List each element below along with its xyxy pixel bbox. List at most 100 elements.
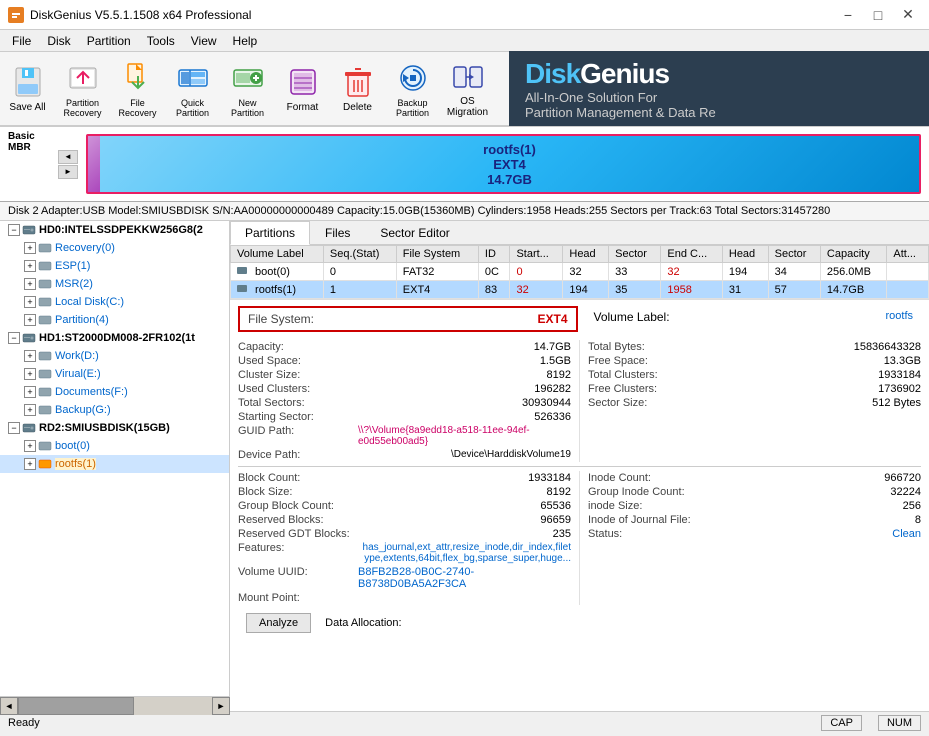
expand-rd2[interactable]: − bbox=[8, 422, 20, 434]
minimize-button[interactable]: − bbox=[835, 5, 861, 25]
col-end-cyl[interactable]: End C... bbox=[661, 246, 722, 263]
expand-esp[interactable]: + bbox=[24, 260, 36, 272]
expand-hd0[interactable]: − bbox=[8, 224, 20, 236]
table-row[interactable]: boot(0) 0 FAT32 0C 0 32 33 32 194 34 256… bbox=[231, 263, 929, 281]
tab-partitions[interactable]: Partitions bbox=[230, 221, 310, 245]
maximize-button[interactable]: □ bbox=[865, 5, 891, 25]
backup-partition-button[interactable]: BackupPartition bbox=[385, 56, 440, 121]
cell-end-cyl: 32 bbox=[661, 263, 722, 281]
brand-tagline: All-In-One Solution For bbox=[525, 90, 716, 105]
col-capacity[interactable]: Capacity bbox=[820, 246, 886, 263]
cell-end-sector-2: 57 bbox=[768, 281, 820, 299]
expand-hd1[interactable]: − bbox=[8, 332, 20, 344]
starting-sector-row: Starting Sector: 526336 bbox=[238, 410, 571, 424]
format-label: Format bbox=[287, 102, 319, 113]
partition-icon-c bbox=[38, 295, 52, 309]
col-attr[interactable]: Att... bbox=[887, 246, 929, 263]
quick-partition-button[interactable]: QuickPartition bbox=[165, 56, 220, 121]
hscroll-thumb[interactable] bbox=[18, 697, 134, 712]
ext4-details: Block Count: 1933184 Block Size: 8192 Gr… bbox=[238, 471, 921, 605]
expand-local-c[interactable]: + bbox=[24, 296, 36, 308]
tree-item-virual-e[interactable]: + Virual(E:) bbox=[0, 365, 229, 383]
os-migration-icon bbox=[450, 59, 486, 94]
disk-icon-rd2 bbox=[22, 421, 36, 435]
col-end-sector[interactable]: Sector bbox=[768, 246, 820, 263]
fs-label: File System: bbox=[248, 312, 314, 326]
tree-item-rootfs1[interactable]: + rootfs(1) bbox=[0, 455, 229, 473]
volume-uuid-row: Volume UUID: B8FB2B28-0B0C-2740-B8738D0B… bbox=[238, 565, 571, 591]
title-bar: DiskGenius V5.5.1.1508 x64 Professional … bbox=[0, 0, 929, 30]
col-end-head[interactable]: Head bbox=[722, 246, 768, 263]
tree-item-msr[interactable]: + MSR(2) bbox=[0, 275, 229, 293]
expand-partition4[interactable]: + bbox=[24, 314, 36, 326]
col-volume-label[interactable]: Volume Label bbox=[231, 246, 324, 263]
menu-partition[interactable]: Partition bbox=[79, 32, 139, 50]
tree-item-hd1[interactable]: − HD1:ST2000DM008-2FR102(1t bbox=[0, 329, 229, 347]
expand-boot0[interactable]: + bbox=[24, 440, 36, 452]
tree-item-rd2[interactable]: − RD2:SMIUSBDISK(15GB) bbox=[0, 419, 229, 437]
hscroll-right[interactable]: ► bbox=[212, 697, 230, 712]
cell-start-head-2: 194 bbox=[563, 281, 609, 299]
hd1-label: HD1:ST2000DM008-2FR102(1t bbox=[39, 332, 195, 344]
hscroll-left[interactable]: ◄ bbox=[0, 697, 18, 712]
close-button[interactable]: ✕ bbox=[895, 5, 921, 25]
disk-icon-hd1 bbox=[22, 331, 36, 345]
format-button[interactable]: Format bbox=[275, 56, 330, 121]
tree-item-documents-f[interactable]: + Documents(F:) bbox=[0, 383, 229, 401]
delete-button[interactable]: Delete bbox=[330, 56, 385, 121]
rd2-label: RD2:SMIUSBDISK(15GB) bbox=[39, 422, 170, 434]
main-partition-seg[interactable]: rootfs(1) EXT4 14.7GB bbox=[100, 136, 919, 192]
tree-item-work-d[interactable]: + Work(D:) bbox=[0, 347, 229, 365]
col-id[interactable]: ID bbox=[478, 246, 510, 263]
expand-work-d[interactable]: + bbox=[24, 350, 36, 362]
partitions-table-container: Volume Label Seq.(Stat) File System ID S… bbox=[230, 245, 929, 299]
new-partition-button[interactable]: NewPartition bbox=[220, 56, 275, 121]
expand-virual-e[interactable]: + bbox=[24, 368, 36, 380]
col-start-sector[interactable]: Sector bbox=[609, 246, 661, 263]
os-migration-button[interactable]: OS Migration bbox=[440, 56, 495, 121]
analyze-button[interactable]: Analyze bbox=[246, 613, 311, 633]
file-recovery-button[interactable]: FileRecovery bbox=[110, 56, 165, 121]
tree-item-backup-g[interactable]: + Backup(G:) bbox=[0, 401, 229, 419]
tree-item-local-c[interactable]: + Local Disk(C:) bbox=[0, 293, 229, 311]
menu-view[interactable]: View bbox=[183, 32, 225, 50]
hscroll-track[interactable] bbox=[18, 697, 212, 712]
save-all-button[interactable]: Save All bbox=[0, 56, 55, 121]
tree-item-recovery[interactable]: + Recovery(0) bbox=[0, 239, 229, 257]
expand-msr[interactable]: + bbox=[24, 278, 36, 290]
table-row-selected[interactable]: rootfs(1) 1 EXT4 83 32 194 35 1958 31 57… bbox=[231, 281, 929, 299]
menu-help[interactable]: Help bbox=[225, 32, 266, 50]
window-controls[interactable]: − □ ✕ bbox=[835, 5, 921, 25]
brand-area: DiskGenius All-In-One Solution For Parti… bbox=[509, 51, 929, 126]
fs-value: EXT4 bbox=[537, 312, 567, 326]
tree-item-partition4[interactable]: + Partition(4) bbox=[0, 311, 229, 329]
tree-hscroll[interactable]: ◄ ► bbox=[0, 696, 230, 711]
partition-recovery-label: PartitionRecovery bbox=[63, 98, 101, 118]
tree-item-boot0[interactable]: + boot(0) bbox=[0, 437, 229, 455]
disk-info-text: Disk 2 Adapter:USB Model:SMIUSBDISK S/N:… bbox=[8, 205, 830, 217]
nav-right-arrow[interactable]: ► bbox=[58, 165, 78, 179]
expand-documents-f[interactable]: + bbox=[24, 386, 36, 398]
expand-rootfs1[interactable]: + bbox=[24, 458, 36, 470]
tab-files[interactable]: Files bbox=[310, 221, 365, 244]
nav-arrows[interactable]: ◄ ► bbox=[58, 150, 78, 179]
tree-item-esp[interactable]: + ESP(1) bbox=[0, 257, 229, 275]
col-seq[interactable]: Seq.(Stat) bbox=[323, 246, 396, 263]
partition-bar[interactable]: rootfs(1) EXT4 14.7GB bbox=[86, 134, 921, 194]
tree-scroll: ◄ ► bbox=[0, 696, 230, 711]
col-filesystem[interactable]: File System bbox=[396, 246, 478, 263]
expand-recovery[interactable]: + bbox=[24, 242, 36, 254]
col-start-cyl[interactable]: Start... bbox=[510, 246, 563, 263]
menu-tools[interactable]: Tools bbox=[139, 32, 183, 50]
menu-file[interactable]: File bbox=[4, 32, 39, 50]
tab-sector-editor[interactable]: Sector Editor bbox=[365, 221, 464, 244]
tree-item-hd0[interactable]: − HD0:INTELSSDPEKKW256G8(2 bbox=[0, 221, 229, 239]
menu-disk[interactable]: Disk bbox=[39, 32, 78, 50]
nav-left-arrow[interactable]: ◄ bbox=[58, 150, 78, 164]
partition-recovery-button[interactable]: PartitionRecovery bbox=[55, 56, 110, 121]
inode-count-row: Inode Count: 966720 bbox=[588, 471, 921, 485]
col-start-head[interactable]: Head bbox=[563, 246, 609, 263]
partition-icon bbox=[38, 241, 52, 255]
expand-backup-g[interactable]: + bbox=[24, 404, 36, 416]
cell-seq-2: 1 bbox=[323, 281, 396, 299]
